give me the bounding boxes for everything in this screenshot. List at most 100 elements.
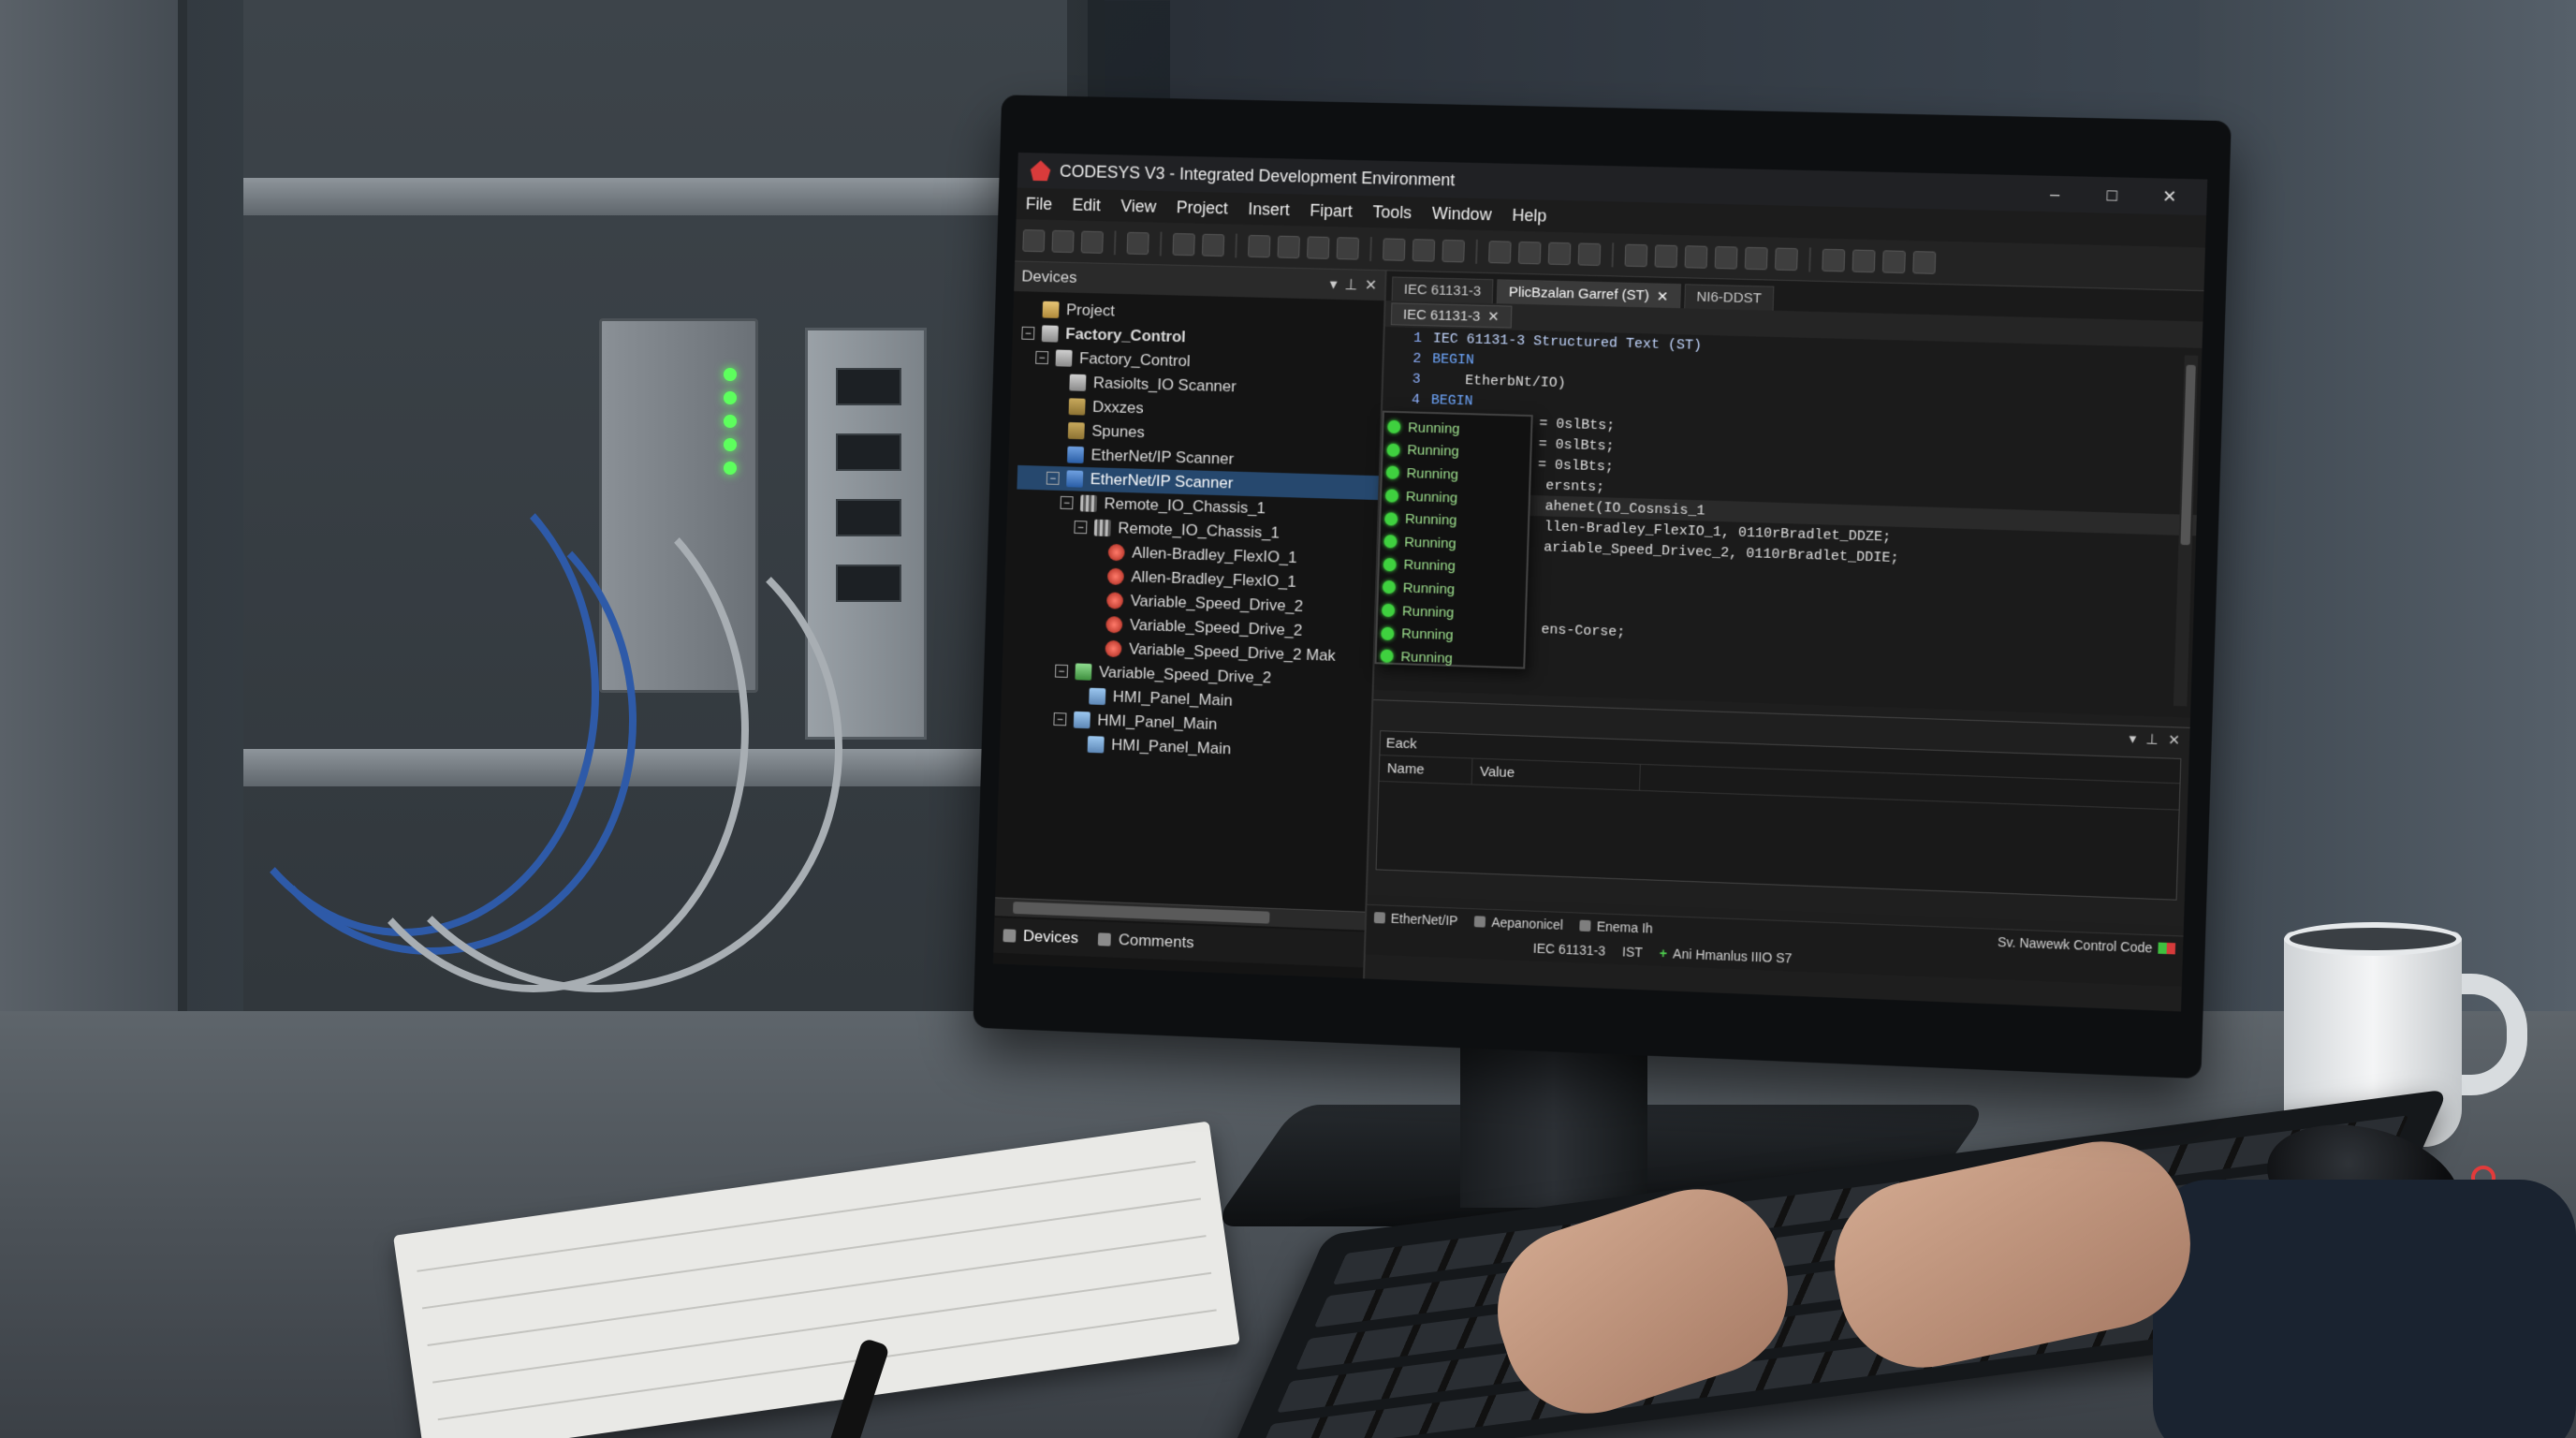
comments-icon bbox=[1098, 932, 1112, 946]
status-language: IEC 61131-3 bbox=[1532, 940, 1606, 959]
status-flag-icon bbox=[2158, 942, 2176, 955]
running-status-icon bbox=[1387, 420, 1401, 434]
maximize-button[interactable]: □ bbox=[2088, 184, 2137, 205]
pane-dropdown-icon[interactable]: ▾ bbox=[1329, 275, 1338, 294]
tree-node-label: Rasiolts_IO Scanner bbox=[1092, 374, 1237, 396]
menu-tools[interactable]: Tools bbox=[1372, 202, 1412, 223]
monitor-icon[interactable] bbox=[1881, 249, 1906, 273]
delete-icon[interactable] bbox=[1336, 236, 1360, 260]
step-into-icon[interactable] bbox=[1774, 247, 1798, 271]
open-folder-icon[interactable] bbox=[1051, 229, 1075, 253]
status-control-code-label: Sv. Nawewk Control Code bbox=[1997, 933, 2153, 956]
collapse-icon[interactable]: − bbox=[1053, 712, 1067, 726]
running-status-icon bbox=[1382, 603, 1396, 618]
pane-close-icon[interactable]: ✕ bbox=[1365, 276, 1378, 295]
write-values-icon[interactable] bbox=[1852, 249, 1876, 272]
devices-pane-title: Devices bbox=[1021, 267, 1077, 286]
panel-pin-icon[interactable]: ⊥ bbox=[2145, 730, 2159, 748]
stop-icon[interactable] bbox=[1654, 243, 1678, 268]
collapse-icon[interactable]: − bbox=[1054, 664, 1069, 678]
status-ethernet[interactable]: EtherNet/IP bbox=[1373, 910, 1458, 929]
cut-icon[interactable] bbox=[1248, 234, 1271, 257]
network-icon bbox=[1066, 470, 1084, 488]
menu-window[interactable]: Window bbox=[1432, 203, 1492, 224]
save-icon[interactable] bbox=[1080, 230, 1104, 254]
settings-icon[interactable] bbox=[1912, 250, 1937, 274]
minimize-button[interactable]: – bbox=[2030, 183, 2079, 204]
undo-icon[interactable] bbox=[1172, 232, 1195, 256]
menu-help[interactable]: Help bbox=[1512, 205, 1546, 226]
step-over-icon[interactable] bbox=[1744, 246, 1768, 270]
tree-node-label: EtherNet/IP Scanner bbox=[1090, 446, 1235, 468]
menu-edit[interactable]: Edit bbox=[1072, 195, 1101, 214]
drive-icon bbox=[1075, 663, 1092, 681]
doc-tab-iec[interactable]: IEC 61131-3 bbox=[1391, 276, 1494, 304]
tab-devices-label: Devices bbox=[1022, 927, 1079, 947]
workspace: Devices ▾ ⊥ ✕ Project − Factory_Control − Fa… bbox=[992, 261, 2204, 1012]
tree-node-label: Variable_Speed_Drive_2 bbox=[1098, 663, 1272, 687]
redo-icon[interactable] bbox=[1201, 233, 1225, 257]
tab-comments[interactable]: Comments bbox=[1098, 930, 1194, 952]
tree-node-label: Variable_Speed_Drive_2 bbox=[1129, 615, 1303, 639]
line-number: 2 bbox=[1412, 350, 1422, 367]
pane-pin-icon[interactable]: ⊥ bbox=[1344, 275, 1357, 294]
menu-fipart[interactable]: Fipart bbox=[1310, 200, 1353, 221]
tab-devices[interactable]: Devices bbox=[1003, 926, 1078, 947]
ethernet-port bbox=[836, 433, 901, 471]
din-rail bbox=[243, 178, 1067, 215]
menu-file[interactable]: File bbox=[1026, 194, 1053, 213]
status-control-code: Sv. Nawewk Control Code bbox=[1998, 934, 2176, 957]
column-value[interactable]: Value bbox=[1471, 758, 1641, 790]
watch-panel: ▾ ⊥ ✕ Eack Name Value bbox=[1367, 699, 2190, 927]
module-icon bbox=[1107, 543, 1125, 562]
collapse-icon[interactable]: − bbox=[1035, 350, 1049, 365]
column-name[interactable]: Name bbox=[1379, 756, 1473, 785]
login-icon[interactable] bbox=[1577, 242, 1602, 266]
menu-project[interactable]: Project bbox=[1176, 198, 1229, 218]
doc-tab-ni6[interactable]: NI6-DDST bbox=[1683, 284, 1775, 311]
collapse-icon[interactable]: − bbox=[1046, 471, 1060, 485]
module-icon bbox=[1105, 639, 1122, 658]
menu-view[interactable]: View bbox=[1120, 196, 1156, 216]
close-button[interactable]: ✕ bbox=[2145, 186, 2194, 207]
start-icon[interactable] bbox=[1624, 243, 1648, 267]
force-values-icon[interactable] bbox=[1822, 248, 1846, 271]
find-in-project-icon[interactable] bbox=[1442, 239, 1465, 262]
running-status-icon bbox=[1382, 580, 1397, 594]
menu-insert[interactable]: Insert bbox=[1248, 199, 1290, 220]
device-icon bbox=[1055, 349, 1073, 367]
search-icon[interactable] bbox=[1383, 237, 1406, 261]
close-tab-icon[interactable]: ✕ bbox=[1487, 308, 1500, 325]
running-status-icon bbox=[1384, 511, 1398, 526]
network-cable bbox=[356, 506, 842, 992]
status-aepanonicel[interactable]: Aepanonicel bbox=[1474, 914, 1563, 932]
paste-icon[interactable] bbox=[1307, 235, 1330, 259]
panel-close-icon[interactable]: ✕ bbox=[2168, 731, 2180, 749]
new-file-icon[interactable] bbox=[1022, 228, 1046, 252]
copy-icon[interactable] bbox=[1277, 235, 1300, 258]
collapse-icon[interactable]: − bbox=[1074, 521, 1088, 535]
watch-table: Eack Name Value bbox=[1375, 730, 2182, 901]
collapse-icon[interactable]: − bbox=[1060, 495, 1074, 510]
running-status-icon bbox=[1380, 649, 1394, 664]
build-icon[interactable] bbox=[1488, 240, 1512, 264]
status-device: + Ani Hmanlus IIIO S7 bbox=[1660, 946, 1793, 966]
reset-icon[interactable] bbox=[1684, 244, 1708, 269]
close-tab-icon[interactable]: ✕ bbox=[1656, 287, 1668, 304]
hmi-icon bbox=[1087, 736, 1105, 754]
print-icon[interactable] bbox=[1126, 231, 1149, 255]
panel-dropdown-icon[interactable]: ▾ bbox=[2129, 730, 2136, 747]
rebuild-icon[interactable] bbox=[1517, 241, 1542, 264]
doc-tab-garref[interactable]: PlicBzalan Garref (ST) ✕ bbox=[1496, 279, 1681, 309]
clean-icon[interactable] bbox=[1547, 242, 1572, 265]
breakpoint-icon[interactable] bbox=[1714, 245, 1738, 270]
collapse-icon[interactable]: − bbox=[1021, 326, 1035, 340]
sub-tab-iec[interactable]: IEC 61131-3 ✕ bbox=[1390, 302, 1513, 329]
status-enema[interactable]: Enema Ih bbox=[1579, 918, 1653, 936]
tree-node-label: Factory_Control bbox=[1078, 349, 1191, 371]
replace-icon[interactable] bbox=[1412, 238, 1436, 262]
